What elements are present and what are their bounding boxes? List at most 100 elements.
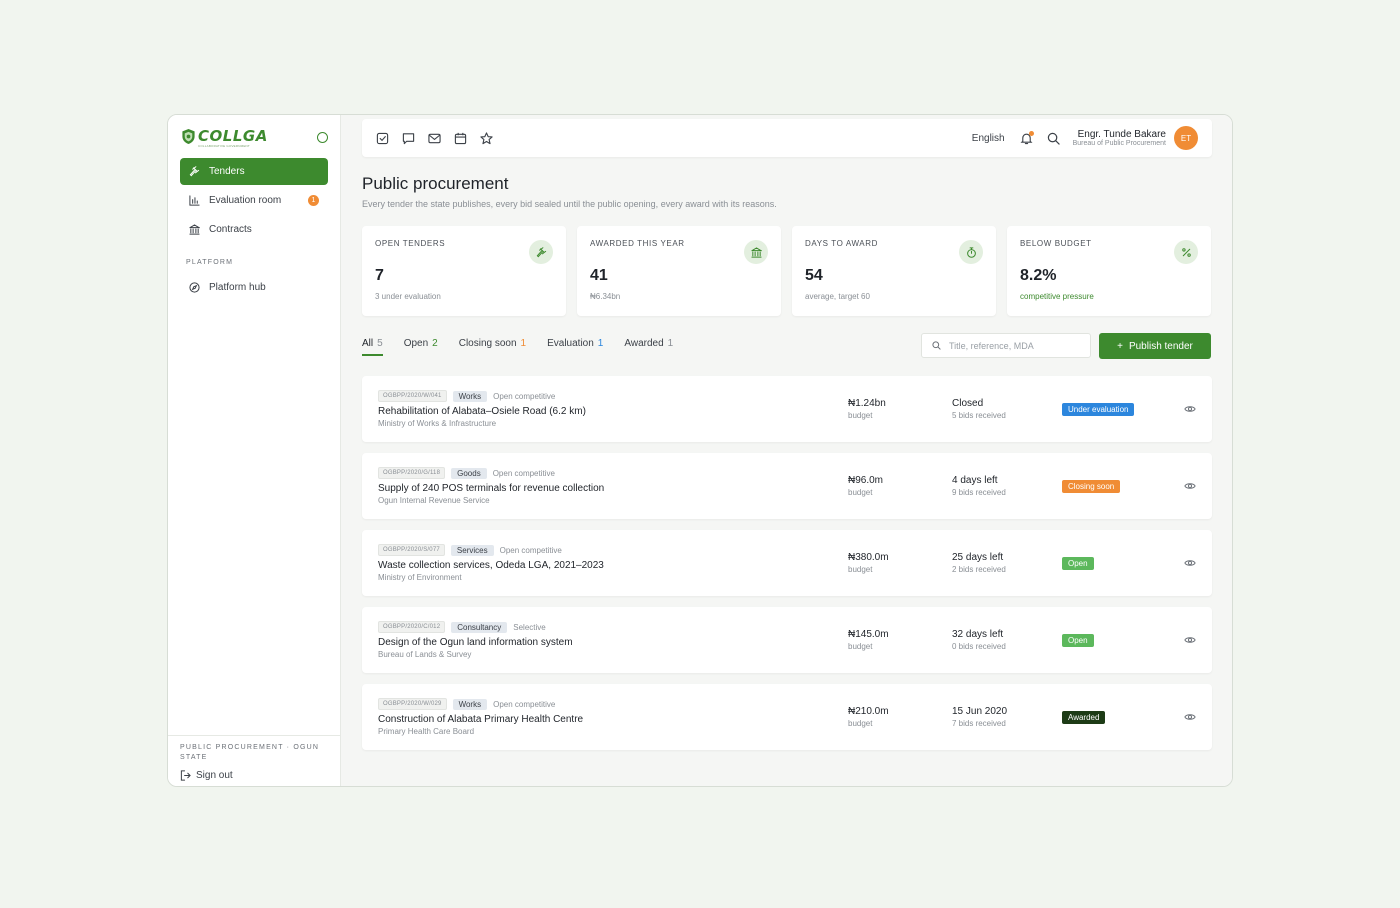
tender-row[interactable]: OGBPP/2020/C/012 Consultancy Selective D… (362, 607, 1212, 673)
tender-deadline: 25 days left 2 bids received (952, 552, 1006, 574)
bids-received: 7 bids received (952, 719, 1006, 728)
brand: COLLGA COLLABORATIVE GOVERNMENT (168, 115, 340, 151)
sidebar-item-evaluation-room[interactable]: Evaluation room 1 (180, 187, 328, 214)
tender-row[interactable]: OGBPP/2020/W/041 Works Open competitive … (362, 376, 1212, 442)
tab-open[interactable]: Open 2 (404, 338, 438, 355)
status-ring-icon[interactable] (317, 132, 328, 143)
tab-all[interactable]: All 5 (362, 338, 383, 356)
eye-icon[interactable] (1184, 712, 1196, 722)
tender-ref: OGBPP/2020/W/041 (378, 390, 447, 402)
kpi-sub: competitive pressure (1020, 292, 1094, 301)
publish-tender-button[interactable]: + Publish tender (1099, 333, 1211, 359)
tab-label: Evaluation (547, 338, 594, 349)
logo[interactable]: COLLGA COLLABORATIVE GOVERNMENT (181, 127, 268, 148)
page-title: Public procurement (362, 174, 509, 193)
tender-row[interactable]: OGBPP/2020/W/029 Works Open competitive … (362, 684, 1212, 750)
budget-value: ₦1.24bn (848, 398, 886, 409)
top-bar: English Engr. Tunde Bakare Bureau of Pub… (362, 119, 1212, 157)
sign-out-icon (180, 770, 191, 781)
tender-procedure: Open competitive (492, 468, 555, 478)
tender-ref: OGBPP/2020/C/012 (378, 621, 446, 633)
status-badge: Open (1062, 634, 1094, 647)
budget-label: budget (848, 719, 873, 728)
kpi-value: 7 (375, 267, 384, 284)
tab-count: 2 (432, 338, 438, 349)
sidebar-item-platform-hub[interactable]: Platform hub (180, 274, 328, 301)
tender-deadline: Closed 5 bids received (952, 398, 1006, 420)
budget-value: ₦210.0m (848, 706, 889, 717)
kpi-value: 41 (590, 267, 608, 284)
tender-mda: Bureau of Lands & Survey (378, 650, 472, 659)
tab-awarded[interactable]: Awarded 1 (624, 338, 673, 355)
chat-icon[interactable] (402, 132, 415, 145)
brand-tagline: COLLABORATIVE GOVERNMENT (198, 144, 250, 148)
tender-row[interactable]: OGBPP/2020/S/077 Services Open competiti… (362, 530, 1212, 596)
sidebar-item-tenders[interactable]: Tenders (180, 158, 328, 185)
deadline-value: 15 Jun 2020 (952, 706, 1008, 717)
kpi-card-awarded: AWARDED THIS YEAR 41 ₦6.34bn (577, 226, 781, 316)
tender-meta: OGBPP/2020/G/118 Goods Open competitive (378, 467, 555, 479)
calendar-icon[interactable] (454, 132, 467, 145)
filter-tabs: All 5 Open 2 Closing soon 1 Evaluation 1 Awa… (362, 338, 673, 356)
tab-evaluation[interactable]: Evaluation 1 (547, 338, 603, 355)
sidebar-item-label: Evaluation room (209, 195, 282, 206)
eye-icon[interactable] (1184, 404, 1196, 414)
tender-category: Works (452, 698, 488, 710)
gavel-icon (529, 240, 553, 264)
shield-logo-icon (182, 128, 195, 144)
checkbox-icon[interactable] (376, 132, 389, 145)
kpi-label: AWARDED THIS YEAR (590, 239, 685, 248)
user-role: Bureau of Public Procurement (1072, 140, 1166, 147)
chart-icon (189, 195, 200, 206)
tab-closing-soon[interactable]: Closing soon 1 (459, 338, 526, 355)
bank-icon (189, 224, 200, 235)
sidebar-item-contracts[interactable]: Contracts (180, 216, 328, 243)
brand-name: COLLGA (198, 127, 268, 145)
bids-received: 0 bids received (952, 642, 1006, 651)
search-icon[interactable] (1047, 132, 1060, 145)
tab-label: All (362, 338, 374, 349)
tender-list: OGBPP/2020/W/041 Works Open competitive … (362, 376, 1212, 761)
kpi-value: 54 (805, 267, 823, 284)
stopwatch-icon (959, 240, 983, 264)
tender-title[interactable]: Supply of 240 POS terminals for revenue … (378, 483, 604, 494)
tender-deadline: 15 Jun 2020 7 bids received (952, 706, 1007, 728)
kpi-label: DAYS TO AWARD (805, 239, 878, 248)
avatar[interactable]: ET (1174, 126, 1198, 150)
tab-count: 1 (667, 338, 674, 349)
tender-title[interactable]: Construction of Alabata Primary Health C… (378, 714, 583, 725)
deadline-value: 25 days left (952, 552, 1004, 563)
top-bar-right: English Engr. Tunde Bakare Bureau of Pub… (972, 126, 1198, 150)
sign-out-button[interactable]: Sign out (180, 770, 328, 781)
eye-icon[interactable] (1184, 481, 1196, 491)
tender-title[interactable]: Rehabilitation of Alabata–Osiele Road (6… (378, 406, 586, 417)
tender-row[interactable]: OGBPP/2020/G/118 Goods Open competitive … (362, 453, 1212, 519)
user-name: Engr. Tunde Bakare (1077, 129, 1166, 140)
tender-title[interactable]: Design of the Ogun land information syst… (378, 637, 573, 648)
status-badge: Under evaluation (1062, 403, 1135, 416)
language-selector[interactable]: English (972, 133, 1005, 144)
eye-icon[interactable] (1184, 635, 1196, 645)
sign-out-label: Sign out (196, 770, 233, 781)
star-icon[interactable] (480, 131, 493, 145)
status-badge: Awarded (1062, 711, 1106, 724)
tender-category: Services (450, 544, 494, 556)
notifications-button[interactable] (1020, 130, 1034, 145)
tender-meta: OGBPP/2020/W/041 Works Open competitive (378, 390, 555, 402)
search-input[interactable] (949, 340, 1079, 351)
tender-meta: OGBPP/2020/W/029 Works Open competitive (378, 698, 555, 710)
toolbar-icons (376, 131, 493, 145)
tender-deadline: 4 days left 9 bids received (952, 475, 1006, 497)
compass-icon (189, 282, 200, 293)
mail-icon[interactable] (428, 132, 441, 145)
status-badge: Closing soon (1062, 480, 1121, 493)
org-label: PUBLIC PROCUREMENT · OGUN STATE (180, 744, 320, 761)
tender-meta: OGBPP/2020/C/012 Consultancy Selective (378, 621, 546, 633)
eye-icon[interactable] (1184, 558, 1196, 568)
tender-category: Consultancy (451, 621, 508, 633)
percent-icon (1174, 240, 1198, 264)
tender-budget: ₦380.0m budget (848, 552, 889, 574)
tender-title[interactable]: Waste collection services, Odeda LGA, 20… (378, 560, 604, 571)
user-info[interactable]: Engr. Tunde Bakare Bureau of Public Proc… (1073, 129, 1166, 147)
tab-count: 1 (597, 338, 604, 349)
